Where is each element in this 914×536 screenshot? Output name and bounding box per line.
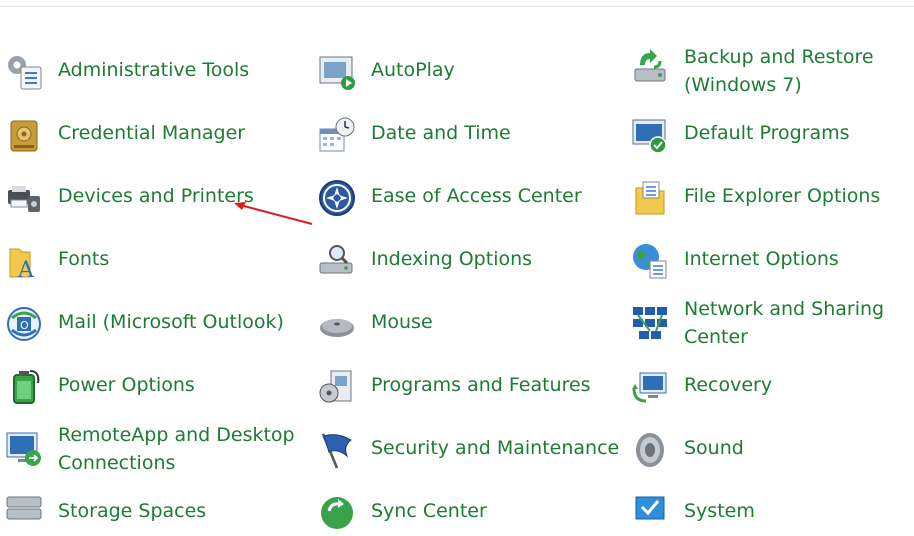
system-icon — [630, 493, 670, 533]
programs-features-icon — [317, 367, 357, 407]
item-label: Date and Time — [371, 122, 511, 144]
item-power-options[interactable]: Power Options — [2, 360, 302, 410]
control-panel-items-grid: Administrative Tools AutoPlay Backup and… — [0, 0, 914, 529]
item-fonts[interactable]: A Fonts — [2, 234, 302, 284]
ease-of-access-icon — [317, 178, 357, 218]
item-autoplay[interactable]: AutoPlay — [315, 45, 615, 95]
label-line-2: (Windows 7) — [684, 74, 802, 96]
item-administrative-tools[interactable]: Administrative Tools — [2, 45, 302, 95]
mail-icon: O — [4, 304, 44, 344]
mouse-icon — [317, 304, 357, 344]
item-label: Backup and Restore (Windows 7) — [684, 43, 874, 99]
item-label: Ease of Access Center — [371, 185, 582, 207]
item-programs-and-features[interactable]: Programs and Features — [315, 360, 615, 410]
sound-icon — [630, 430, 670, 470]
storage-spaces-icon — [4, 493, 44, 533]
recovery-icon — [630, 367, 670, 407]
item-label: Credential Manager — [58, 122, 246, 144]
item-label: Recovery — [684, 374, 773, 396]
default-programs-icon — [630, 115, 670, 155]
item-storage-spaces[interactable]: Storage Spaces — [2, 486, 302, 536]
label-line-1: Backup and Restore — [684, 46, 874, 68]
admin-tools-icon — [4, 52, 44, 92]
internet-options-icon — [630, 241, 670, 281]
item-security-and-maintenance[interactable]: Security and Maintenance — [315, 423, 619, 473]
fonts-icon: A — [4, 241, 44, 281]
item-backup-and-restore[interactable]: Backup and Restore (Windows 7) — [628, 45, 914, 97]
item-recovery[interactable]: Recovery — [628, 360, 914, 410]
item-label: Internet Options — [684, 248, 839, 270]
item-sound[interactable]: Sound — [628, 423, 914, 473]
devices-printers-icon — [4, 178, 44, 218]
item-label: Administrative Tools — [58, 59, 250, 81]
item-label: File Explorer Options — [684, 185, 881, 207]
item-label: AutoPlay — [371, 59, 455, 81]
item-date-and-time[interactable]: Date and Time — [315, 108, 615, 158]
item-file-explorer-options[interactable]: File Explorer Options — [628, 171, 914, 221]
item-label: Storage Spaces — [58, 500, 207, 522]
power-options-icon — [4, 367, 44, 407]
item-label: System — [684, 500, 755, 522]
item-label: Mouse — [371, 311, 433, 333]
item-label: Network and Sharing Center — [684, 295, 884, 351]
item-mail-microsoft-outlook[interactable]: O Mail (Microsoft Outlook) — [2, 297, 302, 347]
label-line-1: RemoteApp and Desktop — [58, 424, 295, 446]
security-maintenance-icon — [317, 430, 357, 470]
svg-text:O: O — [20, 319, 29, 332]
item-label: Default Programs — [684, 122, 850, 144]
item-ease-of-access-center[interactable]: Ease of Access Center — [315, 171, 615, 221]
item-remoteapp-and-desktop-connections[interactable]: RemoteApp and Desktop Connections — [2, 423, 302, 475]
svg-text:A: A — [17, 258, 35, 281]
item-network-and-sharing-center[interactable]: Network and Sharing Center — [628, 297, 914, 349]
credential-manager-icon — [4, 115, 44, 155]
item-label: Sound — [684, 437, 744, 459]
item-label: Programs and Features — [371, 374, 591, 396]
date-time-icon — [317, 115, 357, 155]
item-label: Sync Center — [371, 500, 487, 522]
item-label: Power Options — [58, 374, 195, 396]
sync-center-icon — [317, 493, 357, 533]
item-indexing-options[interactable]: Indexing Options — [315, 234, 615, 284]
backup-restore-icon — [630, 47, 670, 87]
network-sharing-icon — [630, 303, 670, 343]
label-line-2: Connections — [58, 452, 176, 474]
item-sync-center[interactable]: Sync Center — [315, 486, 615, 536]
label-line-2: Center — [684, 326, 748, 348]
remoteapp-icon — [4, 429, 44, 469]
item-internet-options[interactable]: Internet Options — [628, 234, 914, 284]
item-label: Mail (Microsoft Outlook) — [58, 311, 284, 333]
item-label: Indexing Options — [371, 248, 533, 270]
item-label: Fonts — [58, 248, 110, 270]
annotation-arrow-icon — [234, 202, 313, 225]
item-label: Devices and Printers — [58, 185, 254, 207]
item-label: RemoteApp and Desktop Connections — [58, 421, 295, 477]
item-label: Security and Maintenance — [371, 437, 620, 459]
label-line-1: Network and Sharing — [684, 298, 885, 320]
item-credential-manager[interactable]: Credential Manager — [2, 108, 302, 158]
item-system[interactable]: System — [628, 486, 914, 536]
autoplay-icon — [317, 52, 357, 92]
item-default-programs[interactable]: Default Programs — [628, 108, 914, 158]
indexing-options-icon — [317, 241, 357, 281]
file-explorer-options-icon — [630, 178, 670, 218]
item-mouse[interactable]: Mouse — [315, 297, 615, 347]
